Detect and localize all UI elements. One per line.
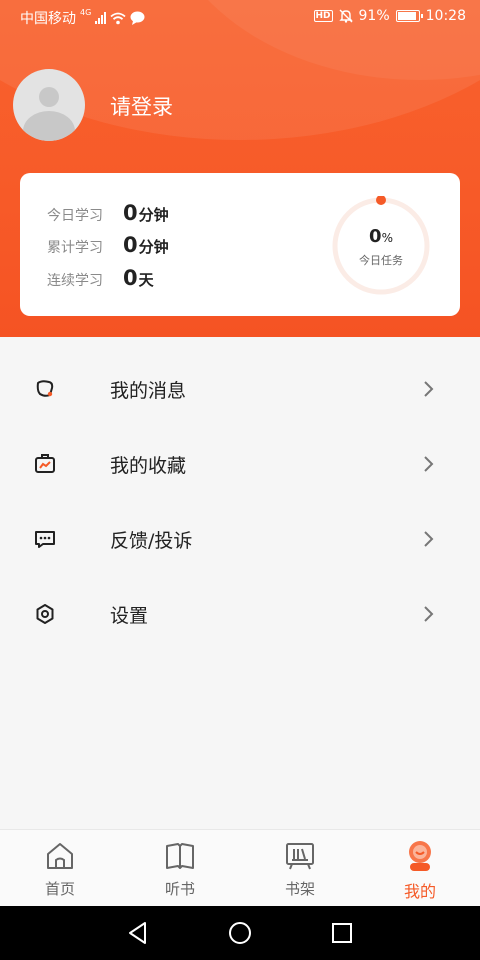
bookshelf-icon (286, 843, 314, 870)
chevron-right-icon (424, 456, 434, 472)
chevron-right-icon (424, 606, 434, 622)
avatar[interactable] (13, 69, 85, 141)
task-percent-sign: % (381, 231, 393, 245)
tab-label: 书架 (284, 880, 315, 898)
menu-label: 我的消息 (110, 380, 187, 402)
total-study-row: 累计学习 0 分钟 (47, 233, 169, 257)
tab-bookshelf[interactable]: 书架 (240, 830, 360, 907)
total-study-unit: 分钟 (138, 238, 169, 256)
task-percent-value: 0 (369, 226, 382, 247)
recent-apps-icon[interactable] (329, 920, 355, 946)
study-stats-card: 今日学习 0 分钟 累计学习 0 分钟 连续学习 0 天 0% 今日任务 (20, 173, 460, 316)
menu-label: 我的收藏 (110, 455, 187, 477)
profile-menu: 我的消息 我的收藏 反馈/投诉 设置 (0, 351, 480, 651)
total-study-value: 0 (123, 233, 138, 257)
battery-icon (395, 10, 423, 22)
tab-label: 我的 (403, 882, 436, 901)
menu-item-settings[interactable]: 设置 (0, 576, 480, 651)
tab-audiobook[interactable]: 听书 (120, 830, 240, 907)
streak-study-unit: 天 (138, 271, 154, 289)
menu-item-feedback[interactable]: 反馈/投诉 (0, 501, 480, 576)
streak-study-row: 连续学习 0 天 (47, 266, 154, 290)
menu-item-messages[interactable]: 我的消息 (0, 351, 480, 426)
today-study-row: 今日学习 0 分钟 (47, 201, 169, 225)
profile-icon (409, 841, 431, 871)
progress-ring-marker (376, 195, 386, 205)
carrier-label: 中国移动 (20, 11, 76, 27)
menu-label: 设置 (110, 605, 149, 627)
menu-item-favorites[interactable]: 我的收藏 (0, 426, 480, 501)
favorites-icon (35, 454, 55, 473)
login-link[interactable]: 请登录 (110, 91, 173, 121)
total-study-label: 累计学习 (47, 240, 103, 256)
battery-percent: 91% (358, 8, 390, 24)
back-icon[interactable] (125, 920, 151, 946)
bottom-tab-bar: 首页 听书 书架 我的 (0, 829, 480, 906)
chevron-right-icon (424, 531, 434, 547)
system-navigation-bar (0, 906, 480, 960)
today-study-value: 0 (123, 201, 138, 225)
book-icon (166, 843, 194, 869)
settings-icon (36, 604, 54, 624)
message-icon (36, 380, 54, 397)
daily-task-progress-ring[interactable]: 0% 今日任务 (331, 195, 431, 296)
home-icon (47, 843, 73, 869)
tab-label: 听书 (164, 880, 195, 898)
streak-study-label: 连续学习 (47, 273, 103, 289)
feedback-icon (35, 531, 55, 548)
hd-badge: HD (313, 10, 333, 22)
tab-mine[interactable]: 我的 (360, 830, 480, 907)
mute-icon (338, 9, 353, 23)
tab-home[interactable]: 首页 (0, 830, 120, 907)
today-study-label: 今日学习 (47, 208, 103, 224)
task-label: 今日任务 (359, 254, 403, 267)
signal-icon (95, 12, 107, 24)
today-study-unit: 分钟 (138, 206, 169, 224)
menu-label: 反馈/投诉 (110, 530, 193, 552)
chat-notification-icon (130, 11, 145, 25)
tab-label: 首页 (44, 880, 75, 898)
home-button-icon[interactable] (227, 920, 253, 946)
clock: 10:28 (425, 8, 466, 24)
wifi-icon (110, 12, 126, 24)
streak-study-value: 0 (123, 266, 138, 290)
status-bar: 中国移动 4G HD 91% 10:28 (0, 0, 480, 34)
network-label: 4G (80, 8, 92, 17)
chevron-right-icon (424, 381, 434, 397)
